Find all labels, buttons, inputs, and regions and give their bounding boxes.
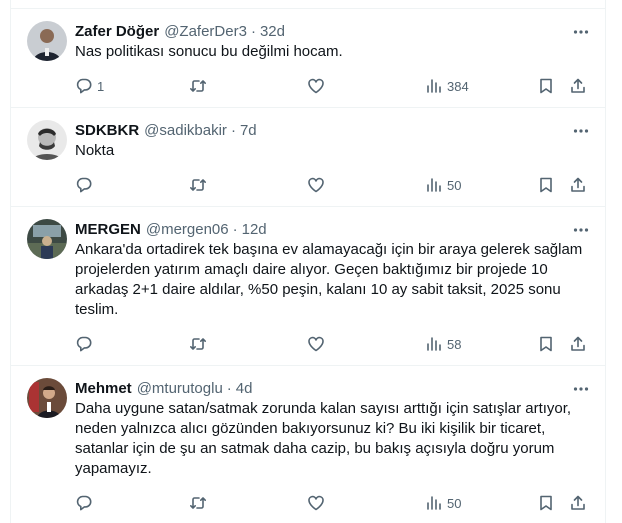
share-icon bbox=[571, 336, 585, 351]
reply-button[interactable] bbox=[75, 493, 97, 513]
tweet-header: Zafer Döğer @ZaferDer3 · 32d bbox=[75, 22, 565, 42]
tweet-text: Nas politikası sonucu bu değilmi hocam. bbox=[75, 43, 343, 60]
display-name[interactable]: Zafer Döğer bbox=[75, 22, 159, 42]
separator-dot: · bbox=[250, 23, 256, 40]
heart-icon bbox=[308, 495, 324, 511]
tweet-header: MERGEN @mergen06 · 12d bbox=[75, 220, 565, 240]
avatar[interactable] bbox=[27, 21, 67, 61]
views-bar-chart-icon bbox=[427, 337, 441, 351]
more-options-button[interactable] bbox=[571, 23, 591, 41]
views-button[interactable]: 58 bbox=[425, 334, 461, 354]
tweet[interactable]: Mehmet @mturutoglu · 4d Daha uygune sata… bbox=[11, 366, 605, 523]
user-handle[interactable]: @mturutoglu bbox=[137, 379, 223, 399]
retweet-icon bbox=[190, 497, 206, 509]
views-bar-chart-icon bbox=[427, 79, 441, 93]
display-name[interactable]: MERGEN bbox=[75, 220, 141, 240]
views-bar-chart-icon bbox=[427, 496, 441, 510]
more-horizontal-icon bbox=[573, 228, 589, 232]
like-button[interactable] bbox=[307, 334, 325, 354]
reply-feed: Zafer Döğer @ZaferDer3 · 32d Nas politik… bbox=[10, 0, 606, 523]
tweet[interactable]: SDKBKR @sadikbakir · 7d Nokta 50 bbox=[11, 108, 605, 207]
more-horizontal-icon bbox=[573, 30, 589, 34]
separator-dot: · bbox=[232, 221, 238, 238]
share-icon bbox=[571, 495, 585, 510]
reply-button[interactable] bbox=[75, 175, 97, 195]
share-button[interactable] bbox=[569, 493, 587, 513]
action-bar: 50 bbox=[75, 175, 591, 195]
share-button[interactable] bbox=[569, 76, 587, 96]
retweet-icon bbox=[190, 338, 206, 350]
avatar[interactable] bbox=[27, 219, 67, 259]
reply-button[interactable] bbox=[75, 334, 97, 354]
action-bar: 50 bbox=[75, 493, 591, 513]
retweet-button[interactable] bbox=[189, 493, 207, 513]
separator-dot: · bbox=[226, 380, 232, 397]
heart-icon bbox=[308, 336, 324, 352]
user-handle[interactable]: @sadikbakir bbox=[144, 121, 227, 141]
tweet-header: SDKBKR @sadikbakir · 7d bbox=[75, 121, 565, 141]
more-options-button[interactable] bbox=[571, 221, 591, 239]
separator-dot: · bbox=[230, 122, 236, 139]
action-bar: 1 384 bbox=[75, 76, 591, 96]
reply-count: 1 bbox=[97, 78, 105, 94]
tweet[interactable]: MERGEN @mergen06 · 12d Ankara'da ortadir… bbox=[11, 207, 605, 366]
tweet-text: Nokta bbox=[75, 142, 115, 159]
avatar[interactable] bbox=[27, 378, 67, 418]
display-name[interactable]: Mehmet bbox=[75, 379, 132, 399]
tweet[interactable]: Zafer Döğer @ZaferDer3 · 32d Nas politik… bbox=[11, 9, 605, 108]
bookmark-icon bbox=[540, 495, 552, 511]
share-button[interactable] bbox=[569, 334, 587, 354]
bookmark-button[interactable] bbox=[537, 493, 555, 513]
reply-button[interactable]: 1 bbox=[75, 76, 104, 96]
tweet-text: Ankara'da ortadirek tek başına ev alamay… bbox=[75, 241, 583, 318]
user-handle[interactable]: @mergen06 bbox=[146, 220, 229, 240]
heart-icon bbox=[308, 177, 324, 193]
like-button[interactable] bbox=[307, 175, 325, 195]
bookmark-button[interactable] bbox=[537, 76, 555, 96]
views-bar-chart-icon bbox=[427, 178, 441, 192]
retweet-button[interactable] bbox=[189, 175, 207, 195]
tweet-header: Mehmet @mturutoglu · 4d bbox=[75, 379, 565, 399]
share-icon bbox=[571, 177, 585, 192]
views-button[interactable]: 50 bbox=[425, 493, 461, 513]
user-handle[interactable]: @ZaferDer3 bbox=[164, 22, 247, 42]
bookmark-icon bbox=[540, 78, 552, 94]
view-count: 50 bbox=[447, 495, 462, 511]
retweet-icon bbox=[190, 80, 206, 92]
more-options-button[interactable] bbox=[571, 380, 591, 398]
avatar[interactable] bbox=[27, 120, 67, 160]
bookmark-button[interactable] bbox=[537, 334, 555, 354]
like-button[interactable] bbox=[307, 76, 325, 96]
more-horizontal-icon bbox=[573, 387, 589, 391]
bookmark-icon bbox=[540, 336, 552, 352]
share-icon bbox=[571, 78, 585, 93]
more-horizontal-icon bbox=[573, 129, 589, 133]
bookmark-button[interactable] bbox=[537, 175, 555, 195]
reply-icon bbox=[76, 336, 92, 352]
view-count: 384 bbox=[447, 78, 469, 94]
share-button[interactable] bbox=[569, 175, 587, 195]
heart-icon bbox=[308, 78, 324, 94]
timestamp[interactable]: 32d bbox=[260, 22, 285, 42]
reply-icon bbox=[76, 78, 92, 94]
reply-icon bbox=[76, 177, 92, 193]
view-count: 50 bbox=[447, 177, 462, 193]
bookmark-icon bbox=[540, 177, 552, 193]
retweet-icon bbox=[190, 179, 206, 191]
timestamp[interactable]: 7d bbox=[240, 121, 257, 141]
action-bar: 58 bbox=[75, 334, 591, 354]
timestamp[interactable]: 4d bbox=[236, 379, 253, 399]
more-options-button[interactable] bbox=[571, 122, 591, 140]
retweet-button[interactable] bbox=[189, 76, 207, 96]
reply-icon bbox=[76, 495, 92, 511]
view-count: 58 bbox=[447, 336, 462, 352]
views-button[interactable]: 384 bbox=[425, 76, 469, 96]
views-button[interactable]: 50 bbox=[425, 175, 461, 195]
timestamp[interactable]: 12d bbox=[242, 220, 267, 240]
like-button[interactable] bbox=[307, 493, 325, 513]
display-name[interactable]: SDKBKR bbox=[75, 121, 139, 141]
retweet-button[interactable] bbox=[189, 334, 207, 354]
tweet-text: Daha uygune satan/satmak zorunda kalan s… bbox=[75, 400, 572, 477]
